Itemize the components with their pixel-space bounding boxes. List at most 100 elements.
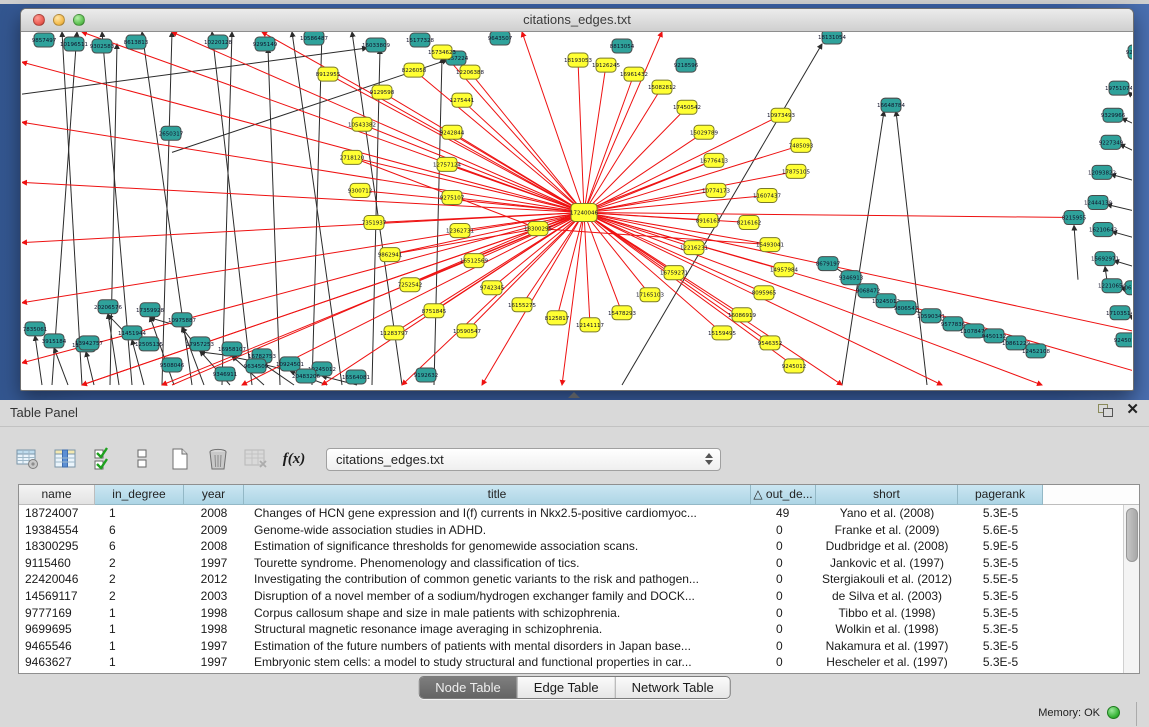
table-row[interactable]: 946362711997Embryonic stem cells: a mode… — [19, 654, 1124, 671]
show-columns-button[interactable] — [50, 444, 82, 474]
graph-edge[interactable] — [212, 32, 252, 385]
tab-node-table[interactable]: Node Table — [419, 677, 517, 698]
graph-node[interactable]: 15029789 — [690, 125, 718, 139]
graph-edge[interactable] — [584, 213, 590, 325]
graph-node[interactable]: 9862941 — [378, 248, 402, 262]
table-row[interactable]: 1938455462009Genome-wide association stu… — [19, 522, 1124, 539]
splitter-handle[interactable] — [568, 392, 580, 398]
graph-node[interactable]: 9300712 — [348, 183, 372, 197]
memory-status[interactable]: Memory: OK — [1038, 706, 1120, 719]
graph-node[interactable]: 8679197 — [816, 257, 841, 271]
graph-node[interactable]: 12505135 — [135, 337, 163, 351]
graph-node[interactable]: 2650317 — [159, 126, 184, 140]
graph-node[interactable]: 17957253 — [186, 337, 214, 351]
window-titlebar[interactable]: citations_edges.txt — [21, 9, 1133, 32]
graph-edge[interactable] — [557, 213, 584, 318]
column-header-in_degree[interactable]: in_degree — [95, 485, 184, 505]
graph-node[interactable]: 8226058 — [402, 63, 427, 77]
clear-selection-button[interactable] — [126, 444, 158, 474]
graph-node[interactable]: 16033809 — [362, 38, 390, 52]
network-table-select[interactable]: citations_edges.txt — [326, 448, 721, 471]
graph-node[interactable]: 9302583 — [90, 39, 115, 53]
graph-node[interactable]: 9508046 — [160, 358, 185, 372]
graph-edge[interactable] — [292, 32, 342, 385]
graph-node[interactable]: 16086919 — [728, 308, 756, 322]
table-scrollbar[interactable] — [1123, 505, 1139, 673]
table-row[interactable]: 1872400712008Changes of HCN gene express… — [19, 505, 1124, 522]
graph-node[interactable]: 9273441 — [1126, 45, 1132, 59]
graph-node[interactable]: 10975887 — [168, 313, 196, 327]
table-row[interactable]: 969969511998Structural magnetic resonanc… — [19, 621, 1124, 638]
select-columns-button[interactable] — [88, 444, 120, 474]
graph-node[interactable]: 17103514 — [1106, 306, 1132, 320]
graph-node[interactable]: 8095965 — [752, 286, 777, 300]
graph-node[interactable]: 19126245 — [592, 58, 620, 72]
graph-node[interactable]: 15159495 — [708, 326, 736, 340]
delete-table-button[interactable] — [240, 444, 272, 474]
graph-edge[interactable] — [1122, 118, 1132, 127]
graph-node[interactable]: 7252542 — [398, 278, 422, 292]
graph-node[interactable]: 7351937 — [362, 216, 387, 230]
graph-node[interactable]: 10196511 — [60, 37, 88, 51]
graph-edge[interactable] — [562, 213, 584, 385]
graph-node[interactable]: 9275107 — [440, 190, 465, 204]
graph-node[interactable]: 12216231 — [680, 241, 708, 255]
graph-edge[interactable] — [402, 213, 584, 385]
column-header-year[interactable]: year — [184, 485, 244, 505]
column-header-pagerank[interactable]: pagerank — [958, 485, 1043, 505]
graph-edge[interactable] — [390, 213, 584, 255]
graph-node[interactable]: 9806543 — [894, 301, 919, 315]
graph-node[interactable]: 15692971 — [1091, 252, 1119, 266]
graph-edge[interactable] — [262, 32, 584, 213]
tab-edge-table[interactable]: Edge Table — [517, 677, 615, 698]
graph-node[interactable]: 8751845 — [422, 304, 447, 318]
graph-node[interactable]: 9346911 — [213, 367, 237, 381]
column-header-short[interactable]: short — [816, 485, 958, 505]
graph-node[interactable]: 8912955 — [316, 67, 341, 81]
graph-node[interactable]: 11283797 — [380, 326, 408, 340]
table-row[interactable]: 2242004622012Investigating the contribut… — [19, 571, 1124, 588]
graph-node[interactable]: 16958107 — [218, 342, 246, 356]
graph-node[interactable]: 1275441 — [450, 93, 474, 107]
graph-node[interactable]: 12444139 — [1084, 195, 1112, 209]
graph-node[interactable]: 20206576 — [94, 300, 122, 314]
delete-column-button[interactable] — [202, 444, 234, 474]
graph-node[interactable]: 8813054 — [610, 39, 635, 53]
function-builder-button[interactable]: f(x) — [278, 444, 310, 474]
graph-node[interactable]: 15082812 — [648, 80, 676, 94]
graph-edge[interactable] — [842, 111, 884, 385]
graph-node[interactable]: 9857497 — [32, 33, 57, 47]
graph-node[interactable]: 9129598 — [370, 85, 395, 99]
graph-node[interactable]: 2718120 — [340, 150, 365, 164]
table-scrollbar-thumb[interactable] — [1126, 508, 1138, 562]
graph-node[interactable]: 19751074 — [1105, 81, 1132, 95]
graph-edge[interactable] — [538, 229, 770, 245]
graph-edge[interactable] — [584, 190, 716, 212]
graph-edge[interactable] — [584, 65, 606, 212]
table-row[interactable]: 911546021997Tourette syndrome. Phenomeno… — [19, 555, 1124, 572]
graph-edge[interactable] — [896, 111, 927, 385]
graph-node[interactable]: 17875105 — [782, 164, 810, 178]
graph-edge[interactable] — [172, 32, 584, 213]
graph-node[interactable]: 9242844 — [440, 125, 465, 139]
graph-edge[interactable] — [22, 182, 584, 212]
graph-edge[interactable] — [362, 124, 584, 212]
graph-node[interactable]: 17359928 — [136, 303, 164, 317]
float-panel-button[interactable] — [1098, 404, 1112, 417]
table-row[interactable]: 1456911722003Disruption of a novel membe… — [19, 588, 1124, 605]
graph-edge[interactable] — [172, 229, 538, 385]
graph-node[interactable]: 16210643 — [1089, 223, 1117, 237]
graph-edge[interactable] — [584, 213, 722, 333]
create-column-button[interactable] — [164, 444, 196, 474]
graph-node[interactable]: 10543382 — [348, 117, 376, 131]
graph-node[interactable]: 7835061 — [23, 322, 47, 336]
graph-node[interactable]: 16961432 — [620, 67, 648, 81]
graph-node[interactable]: 10973493 — [767, 108, 795, 122]
graph-edge[interactable] — [584, 213, 842, 385]
graph-edge[interactable] — [86, 352, 94, 385]
graph-node[interactable]: 18193053 — [564, 53, 592, 67]
graph-node[interactable]: 9643507 — [488, 32, 513, 45]
graph-node[interactable]: 7485093 — [789, 138, 814, 152]
graph-node[interactable]: 10586487 — [300, 32, 328, 45]
graph-node[interactable]: 9329966 — [1101, 108, 1126, 122]
